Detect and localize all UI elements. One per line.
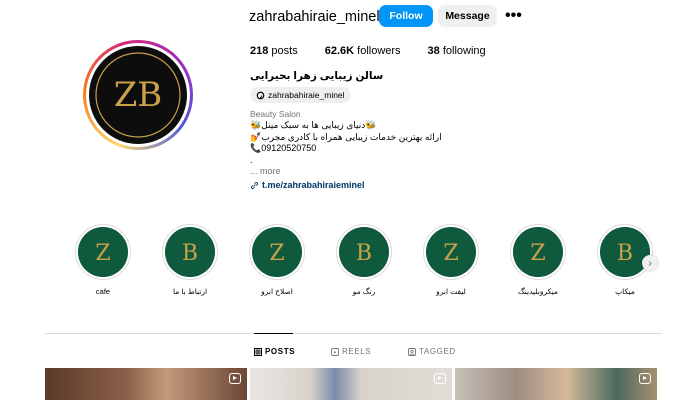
highlight-label: میکروبلیدینگ bbox=[517, 287, 559, 296]
svg-text:B: B bbox=[617, 241, 633, 266]
bio-line: 💅ارائه بهترین خدمات زیبایی همراه با کادر… bbox=[250, 131, 442, 142]
highlight-ring: Z bbox=[510, 224, 566, 280]
tab-tagged-label: TAGGED bbox=[419, 347, 456, 356]
highlight-label: ارتباط با ما bbox=[172, 287, 208, 296]
profile-stats: 218 posts 62.6K followers 38 following bbox=[250, 45, 486, 57]
bio: 🐝دنیای زیبایی ها به سبک مینل🐝 💅ارائه بهت… bbox=[250, 120, 442, 178]
highlights-next-arrow-icon[interactable]: › bbox=[642, 255, 658, 271]
tab-tagged[interactable]: TAGGED bbox=[408, 347, 456, 356]
highlight-label: رنگ مو bbox=[352, 287, 376, 296]
follow-button[interactable]: Follow bbox=[379, 5, 433, 27]
message-button[interactable]: Message bbox=[438, 5, 497, 27]
threads-badge[interactable]: zahrabahiraie_minel bbox=[250, 87, 351, 103]
highlight-label: لیفت ابرو bbox=[436, 287, 466, 296]
avatar[interactable]: ZB bbox=[89, 46, 187, 144]
highlight-cover: Z bbox=[513, 227, 563, 277]
highlight-cover: Z bbox=[426, 227, 476, 277]
reel-indicator-icon bbox=[434, 373, 446, 384]
highlight-label: میکاپ bbox=[615, 287, 635, 296]
more-options-icon[interactable]: ••• bbox=[505, 7, 522, 25]
post-thumbnail[interactable] bbox=[455, 368, 657, 400]
tabs-divider bbox=[45, 333, 662, 334]
reel-indicator-icon bbox=[229, 373, 241, 384]
avatar-inner: ZB bbox=[86, 43, 190, 147]
highlight-item[interactable]: Z میکروبلیدینگ bbox=[508, 224, 568, 296]
category-label: Beauty Salon bbox=[250, 109, 301, 119]
bio-line: 📞09120520750 bbox=[250, 143, 317, 153]
threads-icon bbox=[256, 91, 265, 99]
highlight-item[interactable]: Z لیفت ابرو bbox=[421, 224, 481, 296]
bio-line: . bbox=[250, 154, 253, 165]
highlight-label: اصلاح ابرو bbox=[261, 287, 293, 296]
highlight-item[interactable]: B رنگ مو bbox=[334, 224, 394, 296]
display-name: سالن زیبایی زهرا بحیرایی bbox=[250, 70, 384, 82]
threads-handle: zahrabahiraie_minel bbox=[268, 90, 345, 100]
svg-text:Z: Z bbox=[443, 241, 458, 266]
svg-text:Z: Z bbox=[95, 241, 110, 266]
bio-line: 🐝دنیای زیبایی ها به سبک مینل🐝 bbox=[250, 120, 377, 130]
highlight-cover: B bbox=[165, 227, 215, 277]
username: zahrabahiraie_minel bbox=[249, 9, 380, 25]
highlight-ring: Z bbox=[249, 224, 305, 280]
profile-avatar-ring[interactable]: ZB bbox=[83, 40, 193, 150]
stat-following[interactable]: 38 following bbox=[428, 45, 486, 57]
link-icon bbox=[250, 181, 259, 189]
highlight-ring: B bbox=[162, 224, 218, 280]
highlight-cover: Z bbox=[252, 227, 302, 277]
stat-posts: 218 posts bbox=[250, 45, 298, 57]
highlight-ring: Z bbox=[75, 224, 131, 280]
highlight-ring: B bbox=[597, 224, 653, 280]
bio-more-link[interactable]: ... more bbox=[250, 166, 442, 178]
svg-text:Z: Z bbox=[530, 241, 545, 266]
reels-icon bbox=[331, 347, 339, 356]
grid-icon bbox=[254, 347, 262, 356]
post-thumbnail[interactable] bbox=[250, 368, 452, 400]
reel-indicator-icon bbox=[639, 373, 651, 384]
tab-reels[interactable]: REELS bbox=[331, 347, 371, 356]
highlight-label: cafe bbox=[95, 287, 111, 296]
highlight-ring: B bbox=[336, 224, 392, 280]
highlight-cover: Z bbox=[78, 227, 128, 277]
external-link-text: t.me/zahrabahiraieminel bbox=[262, 180, 365, 190]
active-tab-indicator bbox=[254, 333, 293, 334]
svg-text:Z: Z bbox=[269, 241, 284, 266]
svg-text:B: B bbox=[182, 241, 198, 266]
svg-text:ZB: ZB bbox=[114, 75, 163, 115]
zb-logo: ZB bbox=[95, 52, 181, 138]
tab-reels-label: REELS bbox=[342, 347, 372, 356]
svg-text:B: B bbox=[356, 241, 372, 266]
highlight-item[interactable]: Z cafe bbox=[73, 224, 133, 296]
post-thumbnail[interactable] bbox=[45, 368, 247, 400]
tagged-icon bbox=[408, 347, 416, 356]
highlight-cover: B bbox=[600, 227, 650, 277]
tab-posts-label: POSTS bbox=[265, 347, 296, 356]
highlight-cover: B bbox=[339, 227, 389, 277]
highlight-ring: Z bbox=[423, 224, 479, 280]
highlight-item[interactable]: B ارتباط با ما bbox=[160, 224, 220, 296]
highlight-item[interactable]: Z اصلاح ابرو bbox=[247, 224, 307, 296]
tab-posts[interactable]: POSTS bbox=[254, 347, 295, 356]
external-link[interactable]: t.me/zahrabahiraieminel bbox=[250, 180, 365, 190]
stat-followers[interactable]: 62.6K followers bbox=[325, 45, 401, 57]
